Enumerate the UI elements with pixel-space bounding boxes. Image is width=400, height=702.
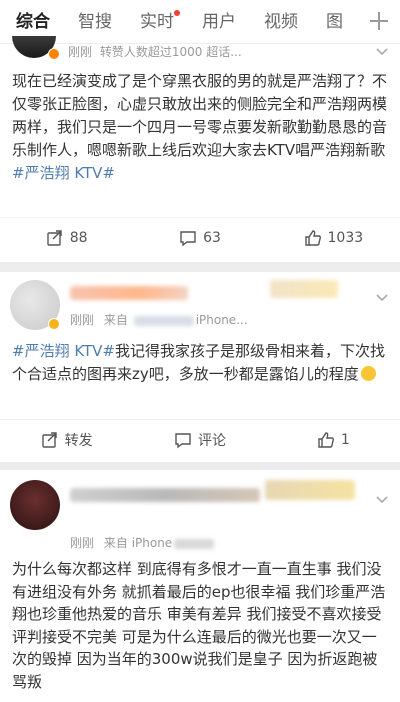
post-meta: 刚刚 来自 iPhone [70,534,215,551]
post-meta: 刚刚 转赞人数超过1000 超话... [68,43,242,60]
tab-smart-search[interactable]: 智搜 [64,0,126,44]
repost-icon [47,229,62,246]
repost-button[interactable]: 转发 [0,420,133,459]
tab-users[interactable]: 用户 [188,0,250,44]
comment-button[interactable]: 63 [133,218,266,257]
avatar[interactable] [10,480,60,530]
post-source-device: iPhone... [195,313,248,327]
chevron-down-icon[interactable] [376,496,388,504]
like-count: 1033 [327,229,364,246]
comment-label: 评论 [197,432,226,449]
repost-icon [41,431,57,448]
post-text: 为什么每次都这样 到底得有多恨才一直一直生事 我们没有进组没有外务 就抓着最后的… [12,558,388,693]
repost-button[interactable]: 88 [0,218,133,257]
tab-realtime-label: 实时 [140,11,174,32]
comment-button[interactable]: 评论 [133,420,266,459]
post-text: 现在已经演变成了是个穿黑衣服的男的就是严浩翔了？不仅零张正脸图，心虚只敢放出来的… [12,70,388,185]
post-source: 来自 [103,536,128,550]
thumbs-up-icon [304,229,321,246]
post-text-main: 现在已经演变成了是个穿黑衣服的男的就是严浩翔了？不仅零张正脸图，心虚只敢放出来的… [12,72,388,159]
post-source: 来自 [103,313,128,327]
thumbs-up-icon [318,431,334,448]
blurred-source-suffix [174,538,215,549]
post-time: 刚刚 [68,45,93,59]
like-button[interactable]: 1 [267,420,400,459]
post-meta: 刚刚 来自 iPhone... [70,311,248,328]
emoji-icon [360,366,376,381]
tab-pictures[interactable]: 图 [312,0,347,44]
chevron-down-icon[interactable] [376,48,388,56]
search-tab-bar: 综合 智搜 实时 用户 视频 图 [0,0,400,44]
like-button[interactable]: 1033 [267,218,400,257]
like-count: 1 [340,431,350,448]
blurred-source-prefix [133,315,194,326]
post-card-2[interactable]: 刚刚 来自 iPhone... #严浩翔 KTV#我记得我家孩子是那级骨相来着，… [0,272,400,462]
verified-badge-icon [48,48,60,60]
blurred-username [70,286,188,300]
verified-badge-icon [48,318,60,330]
tab-video[interactable]: 视频 [250,0,312,44]
post-reposted-note: 转赞人数超过1000 超话... [99,45,242,59]
add-tab-plus-icon[interactable] [368,10,390,32]
hashtag-link[interactable]: #严浩翔 KTV# [12,342,115,360]
comment-count: 63 [203,229,221,246]
hashtag-link[interactable]: #严浩翔 KTV# [12,164,115,182]
post-card-1[interactable]: 刚刚 转赞人数超过1000 超话... 现在已经演变成了是个穿黑衣服的男的就是严… [0,36,400,262]
post-time: 刚刚 [70,313,95,327]
blurred-decoration [265,480,355,500]
post-text: #严浩翔 KTV#我记得我家孩子是那级骨相来着，下次找个合适点的图再来zy吧，多… [12,340,388,386]
post-time: 刚刚 [70,536,95,550]
weibo-search-screen: 综合 智搜 实时 用户 视频 图 刚刚 转赞人数超过1000 超话... 现在已… [0,0,400,702]
post-text-main: 为什么每次都这样 到底得有多恨才一直一直生事 我们没有进组没有外务 就抓着最后的… [12,560,386,691]
post-actions: 88 63 1033 [0,217,400,257]
repost-count: 88 [69,229,88,246]
post-card-3[interactable]: 刚刚 来自 iPhone 为什么每次都这样 到底得有多恨才一直一直生事 我们没有… [0,470,400,702]
comment-icon [180,230,196,246]
new-dot-icon [174,9,180,16]
post-actions: 转发 评论 1 [0,419,400,459]
blurred-username [70,488,260,502]
chevron-down-icon[interactable] [376,294,388,302]
repost-label: 转发 [64,432,93,449]
blurred-decoration [270,280,338,298]
comment-icon [175,432,191,448]
tab-realtime[interactable]: 实时 [126,0,188,44]
post-source-device: iPhone [131,536,173,550]
